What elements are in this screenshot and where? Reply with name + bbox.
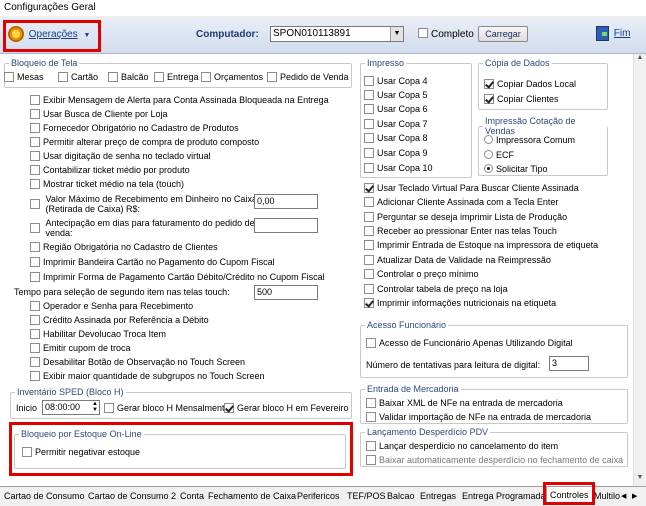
opt-antecipacao-dias[interactable]: Antecipação em dias para faturamento do … — [30, 218, 255, 240]
baixar-desperdicio-checkbox[interactable]: Baixar automaticamente desperdício no fe… — [366, 454, 623, 466]
antecipacao-input[interactable] — [254, 218, 318, 233]
copiar-clientes[interactable]: Copiar Clientes — [484, 93, 559, 105]
opt-senha-teclado-virtual[interactable]: Usar digitação de senha no teclado virtu… — [30, 150, 211, 162]
tab-multiloj[interactable]: Multiloj — [594, 490, 620, 503]
sped-fevereiro-checkbox[interactable]: Gerar bloco H em Fevereiro — [224, 402, 349, 414]
completo-checkbox[interactable]: Completo — [418, 28, 474, 40]
tentativas-label: Número de tentativas para leitura de dig… — [366, 360, 541, 370]
fim-button[interactable]: Fim — [596, 26, 630, 41]
computador-select[interactable]: SPON010113891 ▼ — [270, 26, 404, 42]
tab-fechamento-caixa[interactable]: Fechamento de Caixa — [208, 490, 296, 503]
radio-ecf[interactable]: ECF — [484, 149, 514, 161]
tab-cartao-consumo-2[interactable]: Cartao de Consumo 2 — [88, 490, 176, 503]
baixar-xml-checkbox[interactable]: Baixar XML de NFe na entrada de mercador… — [366, 397, 563, 409]
opt-cliente-tecla-enter[interactable]: Adicionar Cliente Assinada com a Tecla E… — [364, 196, 558, 208]
lancar-desperdicio-checkbox[interactable]: Lançar desperdicio no cancelamento do it… — [366, 440, 558, 452]
opt-valor-maximo[interactable]: Valor Máximo de Recebimento em Dinheiro … — [30, 194, 257, 216]
opt-credito-assinada[interactable]: Crédito Assinada por Referência a Débito — [30, 314, 209, 326]
opt-regiao-obrigatoria[interactable]: Região Obrigatória no Cadastro de Client… — [30, 241, 218, 253]
opt-busca-cliente-loja[interactable]: Usar Busca de Cliente por Loja — [30, 108, 168, 120]
main-panel: Bloqueio de Tela Mesas Cartão Balcão Ent… — [0, 54, 646, 486]
tab-tef-pos[interactable]: TEF/POS — [347, 490, 386, 503]
opt-devolucao-troca[interactable]: Habilitar Devolucao Troca Item — [30, 328, 166, 340]
usar-copa-8[interactable]: Usar Copa 8 — [364, 132, 428, 144]
opt-cupom-troca[interactable]: Emitir cupom de troca — [30, 342, 131, 354]
opt-tabela-preco-loja[interactable]: Controlar tabela de preço na loja — [364, 283, 508, 295]
opt-bandeira-cartao[interactable]: Imprimir Bandeira Cartão no Pagamento do… — [30, 256, 275, 268]
sped-inicio-label: Inicio — [16, 403, 38, 413]
opt-desabilitar-observacao[interactable]: Desabilitar Botão de Observação no Touch… — [30, 356, 245, 368]
tab-cartao-consumo[interactable]: Cartao de Consumo — [4, 490, 85, 503]
spinner-icon: ▲ ▼ — [92, 401, 98, 413]
usar-copa-5[interactable]: Usar Copa 5 — [364, 89, 428, 101]
scroll-down-icon[interactable]: ▼ — [634, 474, 646, 486]
opt-data-validade[interactable]: Atualizar Data de Validade na Reimpressã… — [364, 254, 551, 266]
tempo-label: Tempo para seleção de segundo item nas t… — [14, 287, 230, 297]
tab-entrega-programada[interactable]: Entrega Programada — [462, 490, 546, 503]
tab-scroll-left-icon[interactable]: ◀ — [621, 490, 626, 503]
bloqueio-pedido-venda[interactable]: Pedido de Venda — [267, 71, 349, 83]
opt-info-nutricionais[interactable]: Imprimir informações nutricionais na eti… — [364, 297, 556, 309]
window-title: Configurações Geral — [0, 0, 646, 16]
opt-alterar-preco-composto[interactable]: Permitir alterar preço de compra de prod… — [30, 136, 259, 148]
tab-scroll-right-icon[interactable]: ▶ — [632, 490, 637, 503]
tab-perifericos[interactable]: Perifericos — [297, 490, 340, 503]
bloqueio-mesas[interactable]: Mesas — [4, 71, 44, 83]
copiar-dados-local[interactable]: Copiar Dados Local — [484, 78, 576, 90]
tempo-input[interactable]: 500 — [254, 285, 318, 300]
opt-maior-subgrupos[interactable]: Exibir maior quantidade de subgrupos no … — [30, 370, 264, 382]
bloqueio-balcao[interactable]: Balcão — [108, 71, 149, 83]
opt-entrada-estoque-etiqueta[interactable]: Imprimir Entrada de Estoque na impressor… — [364, 239, 598, 251]
tab-balcao[interactable]: Balcao — [387, 490, 415, 503]
opt-ticket-medio-produto[interactable]: Contabilizar ticket médio por produto — [30, 164, 190, 176]
valor-maximo-input[interactable]: 0,00 — [254, 194, 318, 209]
bloqueio-orcamentos[interactable]: Orçamentos — [201, 71, 263, 83]
radio-solicitar-tipo[interactable]: Solicitar Tipo — [484, 163, 548, 175]
opt-forma-pagamento[interactable]: Imprimir Forma de Pagamento Cartão Débit… — [30, 271, 325, 283]
computador-label: Computador: — [196, 29, 259, 40]
tentativas-input[interactable]: 3 — [549, 356, 589, 371]
exit-door-icon — [596, 26, 609, 41]
bloqueio-entrega[interactable]: Entrega — [154, 71, 199, 83]
highlight-operacoes — [3, 20, 101, 52]
usar-copa-10[interactable]: Usar Copa 10 — [364, 162, 433, 174]
usar-copa-7[interactable]: Usar Copa 7 — [364, 118, 428, 130]
acesso-digital-checkbox[interactable]: Acesso de Funcionário Apenas Utilizando … — [366, 337, 573, 349]
opt-teclado-virtual-cliente[interactable]: Usar Teclado Virtual Para Buscar Cliente… — [364, 182, 579, 194]
highlight-estoque — [9, 422, 353, 476]
opt-fornecedor-obrigatorio[interactable]: Fornecedor Obrigatório no Cadastro de Pr… — [30, 122, 239, 134]
radio-impressora-comum[interactable]: Impressora Comum — [484, 134, 575, 146]
bloqueio-cartao[interactable]: Cartão — [58, 71, 98, 83]
carregar-button[interactable]: Carregar — [478, 26, 528, 42]
usar-copa-6[interactable]: Usar Copa 6 — [364, 103, 428, 115]
sped-mensal-checkbox[interactable]: Gerar bloco H Mensalmente — [104, 402, 230, 414]
usar-copa-4[interactable]: Usar Copa 4 — [364, 75, 428, 87]
tab-entregas[interactable]: Entregas — [420, 490, 456, 503]
opt-alerta-conta-assinada[interactable]: Exibir Mensagem de Alerta para Conta Ass… — [30, 94, 329, 106]
completo-box — [418, 28, 428, 39]
highlight-controles — [543, 482, 595, 505]
opt-ticket-medio-touch[interactable]: Mostrar ticket médio na tela (touch) — [30, 178, 184, 190]
validar-nfe-checkbox[interactable]: Validar importação de NFe na entrada de … — [366, 411, 591, 423]
opt-receber-enter-touch[interactable]: Receber ao pressionar Enter nas telas To… — [364, 225, 557, 237]
chevron-down-icon: ▼ — [390, 27, 403, 41]
scroll-up-icon[interactable]: ▲ — [634, 54, 646, 66]
sped-hora-input[interactable]: 08:00:00 ▲ ▼ — [42, 400, 100, 415]
tab-conta[interactable]: Conta — [180, 490, 204, 503]
opt-lista-producao[interactable]: Perguntar se deseja imprimir Lista de Pr… — [364, 211, 567, 223]
opt-preco-minimo[interactable]: Controlar o preço mínimo — [364, 268, 479, 280]
opt-operador-senha[interactable]: Operador e Senha para Recebimento — [30, 300, 193, 312]
config-window: Configurações Geral Operações ▼ Computad… — [0, 0, 646, 506]
usar-copa-9[interactable]: Usar Copa 9 — [364, 147, 428, 159]
vertical-scrollbar[interactable]: ▲ ▼ — [633, 54, 646, 486]
